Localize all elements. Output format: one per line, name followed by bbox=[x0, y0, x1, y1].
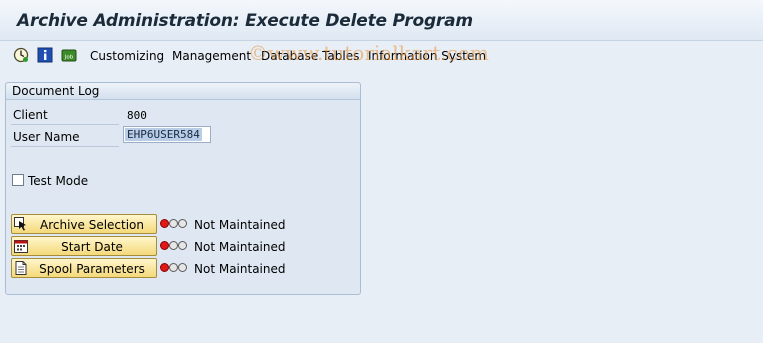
status-light-off bbox=[169, 219, 178, 228]
selection-cursor-icon bbox=[14, 217, 28, 231]
client-underline bbox=[11, 124, 119, 125]
menu-information-system[interactable]: Information System bbox=[368, 49, 486, 63]
svg-text:Job: Job bbox=[64, 55, 74, 61]
status-light-off bbox=[178, 219, 187, 228]
status-light-red bbox=[160, 219, 169, 228]
status-light-red bbox=[160, 241, 169, 250]
start-date-status: Not Maintained bbox=[194, 240, 286, 254]
menu-customizing[interactable]: Customizing bbox=[90, 49, 164, 63]
client-value: 800 bbox=[127, 109, 147, 122]
user-name-label: User Name bbox=[13, 130, 80, 144]
panel-header: Document Log bbox=[6, 83, 360, 100]
test-mode-checkbox[interactable] bbox=[12, 174, 24, 186]
job-icon[interactable]: Job bbox=[61, 47, 77, 63]
status-light-off bbox=[178, 263, 187, 272]
toolbar: Job Customizing Management Database Tabl… bbox=[0, 41, 763, 71]
execute-clock-icon[interactable] bbox=[13, 47, 29, 63]
spool-parameters-label: Spool Parameters bbox=[39, 262, 145, 276]
document-icon bbox=[14, 261, 28, 275]
user-name-field[interactable]: EHP6USER584 bbox=[123, 126, 211, 143]
user-name-value: EHP6USER584 bbox=[125, 128, 202, 141]
status-light-red bbox=[160, 263, 169, 272]
start-date-button[interactable]: Start Date bbox=[11, 236, 157, 256]
spool-parameters-status-lights bbox=[160, 262, 190, 274]
info-icon[interactable] bbox=[37, 47, 53, 63]
calendar-icon bbox=[14, 239, 28, 253]
archive-selection-status: Not Maintained bbox=[194, 218, 286, 232]
test-mode-label: Test Mode bbox=[28, 174, 89, 188]
status-light-off bbox=[178, 241, 187, 250]
user-name-underline bbox=[11, 146, 119, 147]
menu-database-tables[interactable]: Database Tables bbox=[261, 49, 359, 63]
panel-title: Document Log bbox=[12, 84, 100, 98]
archive-selection-status-lights bbox=[160, 218, 190, 230]
window-title: Archive Administration: Execute Delete P… bbox=[17, 11, 473, 31]
title-bar: Archive Administration: Execute Delete P… bbox=[0, 0, 763, 41]
spool-parameters-button[interactable]: Spool Parameters bbox=[11, 258, 157, 278]
status-light-off bbox=[169, 241, 178, 250]
archive-selection-label: Archive Selection bbox=[39, 218, 144, 232]
start-date-label: Start Date bbox=[61, 240, 123, 254]
status-light-off bbox=[169, 263, 178, 272]
menu-management[interactable]: Management bbox=[172, 49, 251, 63]
client-label: Client bbox=[13, 108, 48, 122]
spool-parameters-status: Not Maintained bbox=[194, 262, 286, 276]
start-date-status-lights bbox=[160, 240, 190, 252]
archive-selection-button[interactable]: Archive Selection bbox=[11, 214, 157, 234]
